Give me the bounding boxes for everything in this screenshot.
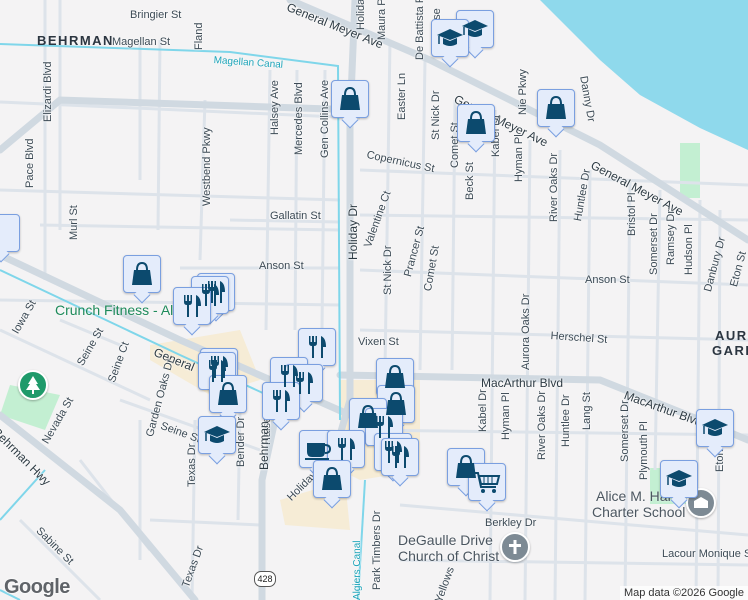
street-label: Maura P [376,0,388,40]
area-label-aurora-1: AURO [715,328,748,343]
fork-knife-icon [386,443,414,471]
graduation-cap-icon [665,465,693,493]
area-label-behrman: BEHRMAN [37,33,114,48]
poi-label-church-line2[interactable]: Church of Christ [398,548,499,565]
street-label: Holida [355,0,367,30]
street-label: MacArthur Blvd [481,376,564,390]
graduation-cap-icon [461,15,489,43]
shopping-marker[interactable] [123,255,161,293]
canal-label: Algiers Canal [352,540,363,600]
street-label: Elizardi Blvd [42,61,54,122]
poi-label-school-line2[interactable]: Charter School [592,504,685,521]
street-label: Pace Blvd [24,138,36,188]
restaurant-marker[interactable] [298,328,336,366]
street-label: Gallatin St [270,210,321,222]
school-marker[interactable] [198,416,236,454]
shopping-bag-icon [462,109,490,137]
street-label: Aurora Oaks Dr [520,293,532,370]
street-label: Bristol Pl [626,192,638,236]
street-label: Huntlee Dr [560,394,572,447]
park-area [680,143,700,198]
street-label: Hyman Pl [513,134,525,182]
street-label: Bringier St [130,9,182,21]
street-label: Holiday Dr [346,203,360,260]
map-marker-partial[interactable] [0,214,20,252]
school-marker[interactable] [431,19,469,57]
school-marker[interactable] [660,460,698,498]
street-label: St Nick Dr [382,245,394,296]
street-label: Anson St [585,274,630,286]
street-label: Anson St [259,260,304,272]
coffee-cup-icon [304,435,332,463]
shopping-bag-icon [336,85,364,113]
route-shield-428: 428 [254,571,276,587]
street-label: Somerset Dr [648,213,660,275]
restaurant-marker[interactable] [381,438,419,476]
street-label: Kabel Dr [477,389,489,432]
fork-knife-icon [178,292,206,320]
shopping-marker[interactable] [457,104,495,142]
street-label: Westbend Pkwy [201,127,213,206]
restaurant-marker[interactable] [327,430,365,468]
fork-knife-icon [370,413,398,441]
restaurant-marker[interactable] [173,287,211,325]
shopping-marker[interactable] [313,460,351,498]
map-attribution[interactable]: Map data ©2026 Google [619,586,748,600]
street-label: Berkley Dr [485,517,537,529]
street-label: Beck St [464,162,476,200]
fork-knife-icon [332,435,360,463]
church-pin-icon[interactable] [500,532,530,562]
grocery-marker[interactable] [468,463,506,501]
shopping-bag-icon [318,465,346,493]
street-label: Easter Ln [396,72,408,120]
shopping-bag-icon [542,94,570,122]
graduation-cap-icon [203,421,231,449]
street-label: Hyman Pl [500,392,512,440]
street-label: Mercedes Blvd [293,82,305,155]
google-logo[interactable]: Google [4,576,70,599]
street-label: Vixen St [358,336,399,348]
shopping-cart-icon [473,468,501,496]
street-label: River Oaks Dr [536,390,548,460]
restaurant-marker[interactable] [262,382,300,420]
street-label: Lacour Monique S [662,548,748,560]
shopping-marker[interactable] [331,80,369,118]
poi-label-church-line1[interactable]: DeGaulle Drive [398,532,493,549]
street-label: Somerset Dr [619,400,631,462]
shopping-marker[interactable] [537,89,575,127]
street-label: Murl St [68,205,80,240]
road-behrman-hwy [0,411,199,600]
street-label: River Oaks Dr [548,152,560,222]
street-label: De Battista P [414,0,426,60]
graduation-cap-icon [701,414,729,442]
street-label: Hudson Pl [683,224,695,275]
street-label: Nie Pkwy [517,69,529,115]
street-label: Magellan St [112,36,171,48]
street-label: Ramsey Dr [665,209,677,265]
poi-label-crunch-fitness[interactable]: Crunch Fitness - Alg [55,302,181,319]
school-marker[interactable] [696,409,734,447]
shopping-bag-icon [381,363,409,391]
fork-knife-icon [303,333,331,361]
street-label: St Nick Dr [430,90,442,141]
road-upper-arterial [0,96,364,154]
graduation-cap-icon [436,24,464,52]
street-label: Lang St [581,392,593,430]
park-pin-icon[interactable] [18,370,48,400]
street-label: Behrman [257,421,271,470]
street-label: Fland [193,22,205,50]
street-label: Texas Dr [186,443,198,487]
map-canvas[interactable]: BEHRMAN AURO GARD Bringier St Magellan S… [0,0,748,600]
area-label-aurora-2: GARD [712,343,748,358]
street-label: Plymouth Pl [638,421,650,480]
street-label: Halsey Ave [269,80,281,135]
street-label: Gen Collins Ave [319,79,331,158]
shopping-marker[interactable] [209,375,247,413]
street-label: Park Timbers Dr [371,510,383,590]
street-label: Bender Dr [235,416,247,467]
shopping-bag-icon [128,260,156,288]
shopping-bag-icon [214,380,242,408]
fork-knife-icon [267,387,295,415]
